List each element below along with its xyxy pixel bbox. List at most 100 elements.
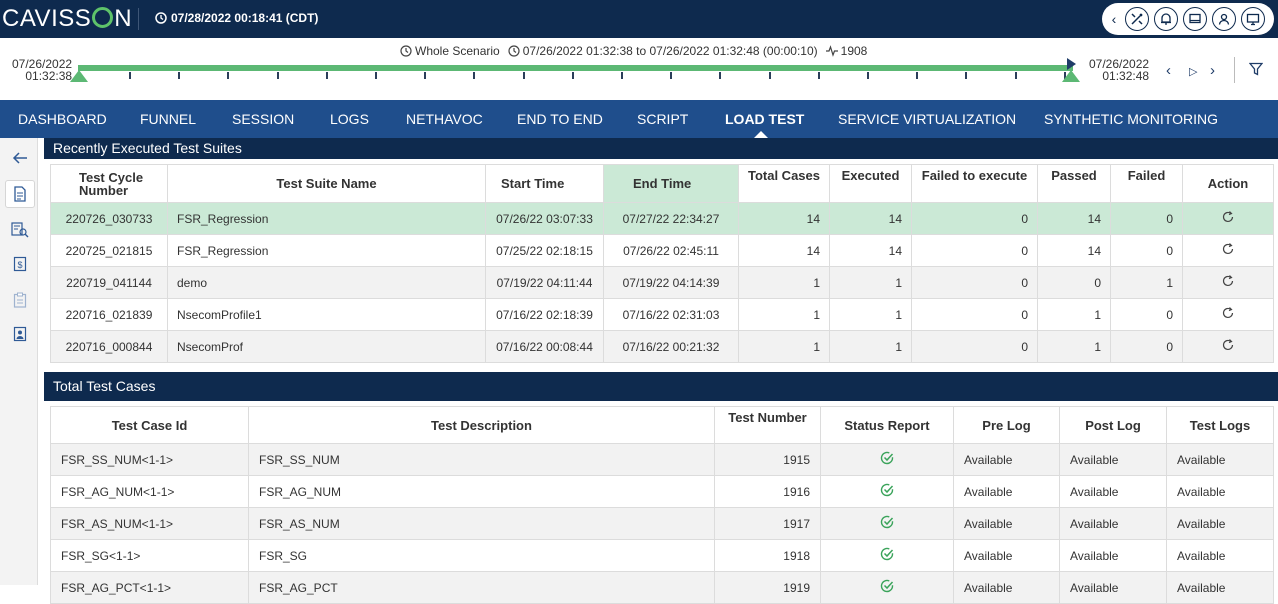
timeline-tick <box>129 72 131 79</box>
suite-cell: 0 <box>1110 234 1183 267</box>
col-header-test-number[interactable]: Test Number <box>714 406 821 444</box>
back-arrow-icon[interactable] <box>5 144 35 172</box>
test-logs-link[interactable]: Available <box>1166 475 1274 508</box>
refresh-icon[interactable] <box>1182 266 1274 299</box>
post-log-link[interactable]: Available <box>1059 507 1167 540</box>
dollar-document-icon[interactable]: $ <box>5 250 35 278</box>
col-header-end-time[interactable]: End Time <box>603 164 739 203</box>
col-header-post-log[interactable]: Post Log <box>1059 406 1167 444</box>
document-icon[interactable] <box>5 180 35 208</box>
profile-card-icon[interactable] <box>5 320 35 348</box>
tab-logs[interactable]: LOGS <box>330 111 369 127</box>
pre-log-link[interactable]: Available <box>953 507 1060 540</box>
post-log-link[interactable]: Available <box>1059 571 1167 604</box>
case-row[interactable]: FSR_SG<1-1> FSR_SG 1918 Available Available A… <box>50 539 1274 572</box>
suite-row[interactable]: 220726_030733 FSR_Regression 07/26/22 03:0… <box>50 202 1274 235</box>
screen-icon[interactable] <box>1241 7 1265 31</box>
main-nav: DASHBOARD FUNNEL SESSION LOGS NETHAVOC E… <box>0 100 1278 138</box>
col-header-status-report[interactable]: Status Report <box>820 406 954 444</box>
refresh-icon[interactable] <box>1182 234 1274 267</box>
chevron-left-icon[interactable]: ‹ <box>1166 62 1171 79</box>
post-log-link[interactable]: Available <box>1059 475 1167 508</box>
monitor-icon[interactable] <box>1183 7 1207 31</box>
filter-icon[interactable] <box>1248 62 1264 79</box>
case-id-cell: FSR_AG_NUM<1-1> <box>50 475 249 508</box>
tab-end-to-end[interactable]: END TO END <box>517 111 603 127</box>
user-icon[interactable] <box>1212 7 1236 31</box>
tab-synthetic-monitoring[interactable]: SYNTHETIC MONITORING <box>1044 111 1218 127</box>
timeline-start-handle[interactable] <box>70 70 88 82</box>
suite-cell: 0 <box>911 298 1038 331</box>
timeline-bar[interactable] <box>78 65 1073 71</box>
col-header-suite-name[interactable]: Test Suite Name <box>167 164 486 203</box>
timeline-end-marker[interactable] <box>1067 58 1076 70</box>
suite-row[interactable]: 220719_041144 demo 07/19/22 04:11:44 07/19/… <box>50 266 1274 299</box>
bell-icon[interactable] <box>1154 7 1178 31</box>
tab-service-virtualization[interactable]: SERVICE VIRTUALIZATION <box>838 111 1016 127</box>
suite-cell: 1 <box>738 266 830 299</box>
play-icon[interactable]: ▷ <box>1189 65 1197 78</box>
case-row[interactable]: FSR_AG_PCT<1-1> FSR_AG_PCT 1919 Available Av… <box>50 571 1274 604</box>
col-header-start-time[interactable]: Start Time <box>485 164 604 203</box>
status-check-icon[interactable] <box>820 507 954 540</box>
col-header-passed[interactable]: Passed <box>1037 164 1111 203</box>
post-log-link[interactable]: Available <box>1059 539 1167 572</box>
case-row[interactable]: FSR_AG_NUM<1-1> FSR_AG_NUM 1916 Available Av… <box>50 475 1274 508</box>
col-header-executed[interactable]: Executed <box>829 164 912 203</box>
test-logs-link[interactable]: Available <box>1166 507 1274 540</box>
suite-cell: 1 <box>738 330 830 363</box>
refresh-icon[interactable] <box>1182 330 1274 363</box>
refresh-icon[interactable] <box>1182 298 1274 331</box>
chevron-left-icon[interactable]: ‹ <box>1108 11 1120 27</box>
col-header-total-cases[interactable]: Total Cases <box>738 164 830 203</box>
post-log-link[interactable]: Available <box>1059 443 1167 476</box>
cases-table: Test Case Id Test Description Test Numbe… <box>50 406 1274 604</box>
tab-script[interactable]: SCRIPT <box>637 111 688 127</box>
tab-funnel[interactable]: FUNNEL <box>140 111 196 127</box>
pre-log-link[interactable]: Available <box>953 539 1060 572</box>
col-header-test-case-id[interactable]: Test Case Id <box>50 406 249 444</box>
chevron-right-icon[interactable]: › <box>1210 62 1215 79</box>
col-header-test-cycle[interactable]: Test Cycle Number <box>50 164 168 203</box>
timeline-tick <box>522 72 525 79</box>
tab-session[interactable]: SESSION <box>232 111 294 127</box>
test-logs-link[interactable]: Available <box>1166 443 1274 476</box>
report-search-icon[interactable] <box>5 216 35 244</box>
case-description-cell: FSR_SG <box>248 539 715 572</box>
timeline-start: 07/26/2022 01:32:38 <box>12 58 72 82</box>
pre-log-link[interactable]: Available <box>953 475 1060 508</box>
suite-cell: 0 <box>911 234 1038 267</box>
status-check-icon[interactable] <box>820 539 954 572</box>
tools-icon[interactable] <box>1125 7 1149 31</box>
timeline-scope[interactable]: Whole Scenario <box>415 44 500 58</box>
suite-cell: 14 <box>738 202 830 235</box>
status-check-icon[interactable] <box>820 443 954 476</box>
case-row[interactable]: FSR_AS_NUM<1-1> FSR_AS_NUM 1917 Available Av… <box>50 507 1274 540</box>
timeline-end-handle[interactable] <box>1062 70 1080 82</box>
col-header-failed-to-execute[interactable]: Failed to execute <box>911 164 1038 203</box>
suite-row[interactable]: 220725_021815 FSR_Regression 07/25/22 02:1… <box>50 234 1274 267</box>
col-header-pre-log[interactable]: Pre Log <box>953 406 1060 444</box>
test-logs-link[interactable]: Available <box>1166 539 1274 572</box>
tab-nethavoc[interactable]: NETHAVOC <box>406 111 483 127</box>
tab-dashboard[interactable]: DASHBOARD <box>18 111 107 127</box>
cavisson-logo[interactable]: CAVISS N <box>2 5 132 33</box>
case-id-cell: FSR_AG_PCT<1-1> <box>50 571 249 604</box>
col-header-test-logs[interactable]: Test Logs <box>1166 406 1274 444</box>
suite-row[interactable]: 220716_021839 NsecomProfile1 07/16/22 02:1… <box>50 298 1274 331</box>
case-row[interactable]: FSR_SS_NUM<1-1> FSR_SS_NUM 1915 Available Av… <box>50 443 1274 476</box>
clipboard-icon[interactable] <box>5 286 35 314</box>
test-logs-link[interactable]: Available <box>1166 571 1274 604</box>
pre-log-link[interactable]: Available <box>953 571 1060 604</box>
col-header-test-description[interactable]: Test Description <box>248 406 715 444</box>
status-check-icon[interactable] <box>820 475 954 508</box>
status-check-icon[interactable] <box>820 571 954 604</box>
suite-row[interactable]: 220716_000844 NsecomProf 07/16/22 00:08:44… <box>50 330 1274 363</box>
header-datetime-text: 07/28/2022 00:18:41 (CDT) <box>171 11 319 25</box>
suite-cell: 07/27/22 22:34:27 <box>603 202 739 235</box>
col-header-failed[interactable]: Failed <box>1110 164 1183 203</box>
tab-load-test[interactable]: LOAD TEST <box>725 111 804 127</box>
timeline-tick <box>178 72 181 79</box>
pre-log-link[interactable]: Available <box>953 443 1060 476</box>
refresh-icon[interactable] <box>1182 202 1274 235</box>
